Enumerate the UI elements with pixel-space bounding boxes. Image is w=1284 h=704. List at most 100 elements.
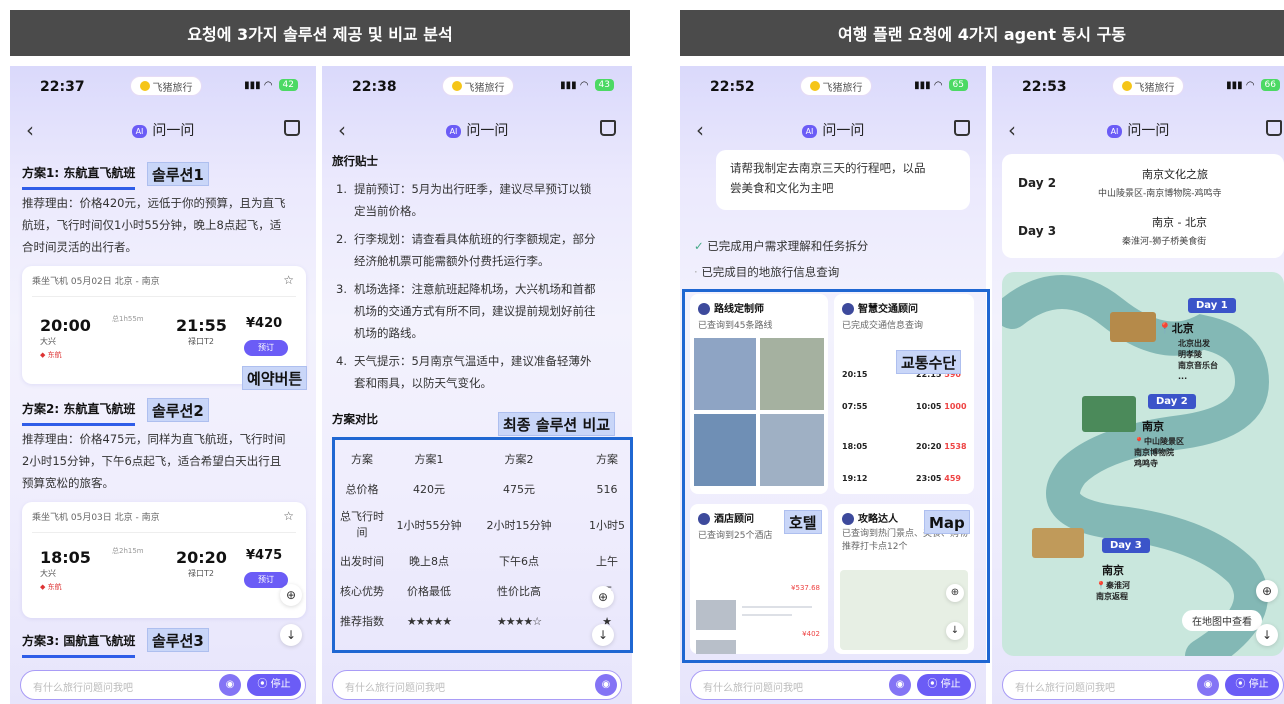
- day-subtitle: 中山陵景区-南京博物院-鸡鸣寺: [1098, 189, 1222, 199]
- stop-button[interactable]: ⦿ 停止: [917, 674, 971, 696]
- stop-button[interactable]: ⦿ 停止: [247, 674, 301, 696]
- day-label: Day 2: [1018, 176, 1057, 190]
- ai-icon: AI: [801, 124, 818, 138]
- flight-price: ¥475: [246, 548, 283, 563]
- clock: 22:53: [1022, 79, 1067, 95]
- solution2-reason-line: 2小时15分钟，下午6点起飞，适合希望白天出行且: [22, 454, 282, 468]
- book-button[interactable]: 预订: [244, 340, 288, 356]
- day-subtitle: 秦淮河-狮子桥美食街: [1122, 237, 1207, 247]
- signal-icons: ▮▮▮ ◠ 42: [244, 79, 298, 91]
- voice-icon[interactable]: ◉: [889, 674, 911, 696]
- itinerary-card: Day 2 南京文化之旅 中山陵景区-南京博物院-鸡鸣寺 Day 3 南京 - …: [1002, 154, 1284, 258]
- progress-step[interactable]: · 已完成目的地旅行信息查询: [694, 264, 839, 280]
- nav-bar: ‹ AI 问一问: [680, 118, 986, 142]
- ai-icon: AI: [131, 124, 148, 138]
- tip-item: 4. 天气提示：5月南京气温适中，建议准备轻薄外 套和雨具，以防天气变化。: [336, 354, 592, 390]
- page-title: AI 问一问: [992, 120, 1284, 140]
- tip-item: 2. 行李规划：请查看具体航班的行李额规定，部分 经济舱机票可能需额外付费托运行李。: [336, 232, 596, 268]
- flight-duration: 总1h55m: [112, 315, 144, 323]
- day1-stops: 北京出发 明孝陵 南京音乐台...: [1178, 339, 1218, 381]
- solution2-reason-line: 预算宽松的旅客。: [22, 476, 114, 490]
- tips-title: 旅行贴士: [332, 154, 378, 168]
- add-icon[interactable]: ⊕: [1256, 580, 1278, 602]
- voice-icon[interactable]: ◉: [1197, 674, 1219, 696]
- solution1-reason-line: 合时间灵活的出行者。: [22, 240, 137, 254]
- status-bar: 22:53 飞猪旅行 ▮▮▮ ◠ 66: [992, 76, 1284, 98]
- add-icon[interactable]: ⊕: [280, 584, 302, 606]
- chat-input[interactable]: 有什么旅行问题问我吧 ◉: [332, 670, 622, 700]
- cart-icon[interactable]: [600, 120, 616, 136]
- input-placeholder: 有什么旅行问题问我吧: [345, 683, 445, 694]
- progress-step[interactable]: ✓ 已完成用户需求理解和任务拆分: [694, 238, 868, 254]
- solution1-reason-line: 航班，飞行时间仅1小时55分钟，晚上8点起飞，适: [22, 218, 282, 232]
- chat-input[interactable]: 有什么旅行问题问我吧 ◉ ⦿ 停止: [690, 670, 976, 700]
- departure-time: 20:00: [40, 316, 91, 335]
- cart-icon[interactable]: [1266, 120, 1282, 136]
- solution3-tag: 솔루션3: [147, 628, 209, 652]
- flight-duration: 总2h15m: [112, 547, 144, 555]
- signal-icons: ▮▮▮ ◠ 66: [1226, 79, 1280, 91]
- solution2-tag: 솔루션2: [147, 398, 209, 422]
- flight-header: 乘坐飞机 05月02日 北京 - 南京: [32, 277, 160, 287]
- clock: 22:37: [40, 79, 85, 95]
- send-icon[interactable]: ◉: [595, 674, 617, 696]
- user-message: 请帮我制定去南京三天的行程吧，以品 尝美食和文化为主吧: [716, 150, 970, 210]
- signal-icons: ▮▮▮ ◠ 43: [560, 79, 614, 91]
- day1-city: 📍北京: [1158, 322, 1194, 335]
- tip-item: 1. 提前预订：5月为出行旺季，建议尽早预订以锁 定当前价格。: [336, 182, 592, 218]
- battery-icon: 65: [948, 79, 968, 91]
- arrival-airport: 禄口T2: [188, 569, 214, 578]
- ai-icon: AI: [445, 124, 462, 138]
- day3-city: 南京: [1102, 564, 1124, 577]
- fliggy-icon: [809, 81, 820, 91]
- fliggy-icon: [139, 81, 150, 91]
- flight-card-2[interactable]: 乘坐飞机 05月03日 北京 - 南京 ☆ 18:05 总2h15m 20:20…: [22, 502, 306, 618]
- day2-badge: Day 2: [1148, 394, 1196, 409]
- airline: ◆ 东航: [40, 351, 62, 359]
- cart-icon[interactable]: [954, 120, 970, 136]
- star-icon[interactable]: ☆: [283, 273, 294, 287]
- flight-divider: [32, 532, 296, 533]
- clock: 22:52: [710, 79, 755, 95]
- star-icon[interactable]: ☆: [283, 509, 294, 523]
- book-button-tag: 예약버튼: [242, 366, 308, 390]
- stop-button[interactable]: ⦿ 停止: [1225, 674, 1279, 696]
- voice-icon[interactable]: ◉: [219, 674, 241, 696]
- day-title: 南京 - 北京: [1152, 216, 1207, 229]
- departure-airport: 大兴: [40, 337, 56, 346]
- flight-price: ¥420: [246, 316, 283, 331]
- app-badge: 飞猪旅行: [1112, 76, 1184, 96]
- arrival-airport: 禄口T2: [188, 337, 214, 346]
- itinerary-map[interactable]: Day 1 📍北京 北京出发 明孝陵 南京音乐台... Day 2 南京 📍中山陵景…: [1002, 272, 1284, 656]
- chat-input[interactable]: 有什么旅行问题问我吧 ◉ ⦿ 停止: [20, 670, 306, 700]
- flight-header: 乘坐飞机 05月03日 北京 - 南京: [32, 513, 160, 523]
- day-title: 南京文化之旅: [1142, 168, 1208, 181]
- status-bar: 22:37 飞猪旅行 ▮▮▮ ◠ 42: [10, 76, 316, 98]
- view-on-map-button[interactable]: 在地图中查看: [1182, 610, 1262, 631]
- battery-icon: 43: [594, 79, 614, 91]
- compare-tag: 최종 솔루션 비교: [498, 412, 616, 436]
- app-badge: 飞猪旅行: [800, 76, 872, 96]
- page-title: AI 问一问: [680, 120, 986, 140]
- solution1-reason-line: 推荐理由：价格420元，远低于你的预算，且为直飞: [22, 196, 286, 210]
- nav-bar: ‹ AI 问一问: [992, 118, 1284, 142]
- signal-icons: ▮▮▮ ◠ 65: [914, 79, 968, 91]
- chat-input[interactable]: 有什么旅行问题问我吧 ◉ ⦿ 停止: [1002, 670, 1284, 700]
- day3-badge: Day 3: [1102, 538, 1150, 553]
- fliggy-icon: [1121, 81, 1132, 91]
- day3-stops: 📍秦淮河 南京返程: [1096, 581, 1130, 601]
- airline: ◆ 东航: [40, 583, 62, 591]
- input-placeholder: 有什么旅行问题问我吧: [1015, 683, 1115, 694]
- book-button[interactable]: 预订: [244, 572, 288, 588]
- tips-list: 1. 提前预订：5月为出行旺季，建议尽早预订以锁 定当前价格。 2. 行李规划：请查看…: [336, 178, 620, 400]
- input-placeholder: 有什么旅行问题问我吧: [33, 683, 133, 694]
- scroll-down-icon[interactable]: ↓: [280, 624, 302, 646]
- scroll-down-icon[interactable]: ↓: [1256, 624, 1278, 646]
- solution1-title: 方案1: 东航直飞航班: [22, 162, 136, 190]
- solution2-reason-line: 推荐理由：价格475元，同样为直飞航班，飞行时间: [22, 432, 286, 446]
- nav-bar: ‹ AI 问一问: [10, 118, 316, 142]
- page-title: AI 问一问: [322, 120, 632, 140]
- landmark-icon: [1110, 312, 1156, 342]
- cart-icon[interactable]: [284, 120, 300, 136]
- status-bar: 22:38 飞猪旅行 ▮▮▮ ◠ 43: [322, 76, 632, 98]
